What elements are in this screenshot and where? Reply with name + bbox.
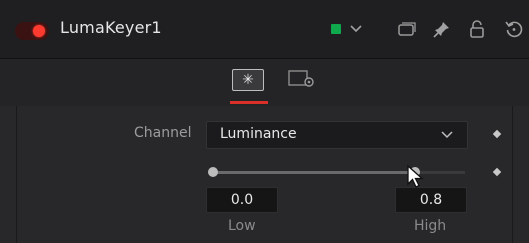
tab-controls[interactable]: ✳ — [232, 69, 264, 91]
mouse-cursor-icon — [407, 164, 424, 188]
range-low-handle[interactable] — [208, 167, 218, 177]
window-icon[interactable] — [398, 0, 416, 58]
active-tab-indicator — [230, 101, 268, 104]
channel-label: Channel — [134, 125, 192, 141]
reset-icon[interactable] — [505, 0, 523, 58]
node-title: LumaKeyer1 — [60, 18, 162, 37]
color-swatch-icon[interactable] — [331, 0, 341, 58]
range-keyframe-diamond-icon[interactable] — [492, 167, 502, 177]
low-label: Low — [228, 218, 256, 234]
settings-icon — [288, 70, 314, 87]
range-slider-track[interactable] — [213, 171, 465, 174]
pin-icon[interactable] — [433, 0, 451, 58]
node-enable-toggle[interactable] — [15, 22, 49, 40]
tab-settings[interactable] — [288, 69, 316, 89]
enable-indicator-icon — [33, 25, 45, 37]
sparkle-icon: ✳ — [242, 72, 254, 88]
high-value-input[interactable]: 0.8 — [395, 187, 467, 213]
node-header: LumaKeyer1 — [0, 0, 529, 59]
chevron-down-icon — [441, 131, 453, 139]
inspector-panel: LumaKeyer1 ✳ Channel Luminance 0.0 0.8 L… — [0, 0, 529, 243]
channel-value: Luminance — [220, 126, 297, 142]
lock-icon[interactable] — [470, 0, 484, 58]
chevron-down-icon[interactable] — [350, 0, 362, 58]
channel-dropdown[interactable]: Luminance — [206, 121, 468, 149]
range-slider-fill — [213, 171, 415, 174]
channel-keyframe-diamond-icon[interactable] — [492, 129, 502, 139]
panel-left-edge — [0, 106, 17, 243]
inspector-tabs: ✳ — [0, 59, 529, 106]
high-label: High — [414, 218, 447, 234]
panel-right-edge — [512, 106, 529, 243]
low-value-input[interactable]: 0.0 — [206, 187, 278, 213]
